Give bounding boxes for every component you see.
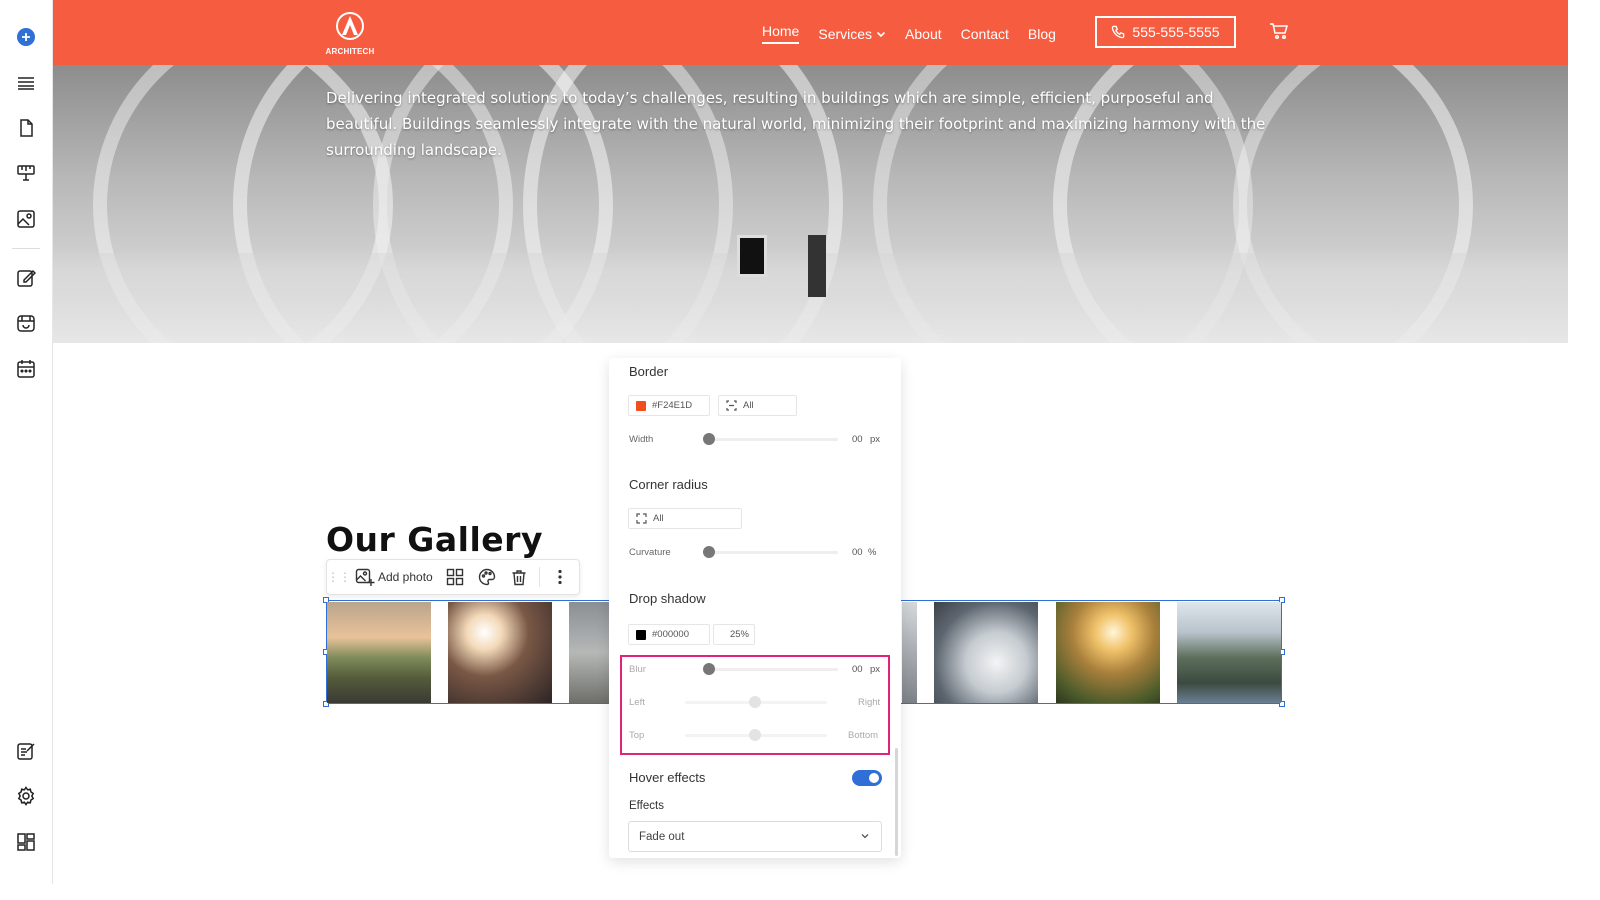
- gallery-photo[interactable]: [1056, 602, 1160, 703]
- gallery-photo[interactable]: [934, 602, 1038, 703]
- apps-grid-icon[interactable]: [15, 831, 37, 853]
- gallery-toolbar: ⋮⋮ Add photo: [326, 559, 580, 595]
- cart-icon[interactable]: [1269, 22, 1288, 45]
- phone-button[interactable]: 555-555-5555: [1095, 16, 1236, 48]
- border-width-slider[interactable]: [705, 438, 838, 441]
- phone-number: 555-555-5555: [1132, 24, 1220, 40]
- shadow-color-swatch: [636, 629, 646, 640]
- border-width-slider-knob[interactable]: [703, 433, 715, 445]
- corner-radius-title: Corner radius: [629, 477, 708, 492]
- nav-about[interactable]: About: [905, 23, 942, 44]
- gallery-photo[interactable]: [1177, 602, 1281, 703]
- add-icon[interactable]: [15, 26, 37, 48]
- nav-blog[interactable]: Blog: [1028, 23, 1056, 44]
- border-title: Border: [629, 364, 669, 379]
- hero-image-doorway: [808, 235, 826, 297]
- effects-label: Effects: [629, 800, 664, 812]
- logo-mark-icon: [336, 12, 364, 40]
- gallery-photo[interactable]: [569, 602, 609, 703]
- phone-icon: [1112, 25, 1125, 38]
- shadow-opacity-input[interactable]: 25%: [713, 624, 755, 645]
- curvature-slider[interactable]: [705, 551, 838, 554]
- add-photo-button[interactable]: Add photo: [349, 567, 439, 587]
- media-icon[interactable]: [15, 208, 37, 230]
- border-width-value: 00: [852, 434, 863, 445]
- shadow-color-picker[interactable]: #000000: [628, 624, 710, 645]
- paint-icon[interactable]: [15, 162, 37, 184]
- toolbar-divider: [538, 567, 540, 587]
- palette-icon[interactable]: [471, 565, 503, 589]
- calendar-icon[interactable]: [15, 358, 37, 380]
- hero-section: Delivering integrated solutions to today…: [53, 65, 1568, 343]
- settings-gear-icon[interactable]: [15, 785, 37, 807]
- sections-icon[interactable]: [15, 72, 37, 94]
- add-photo-label: Add photo: [378, 570, 433, 584]
- nav-services-label: Services: [818, 25, 873, 42]
- nav-home[interactable]: Home: [762, 23, 800, 44]
- chevron-down-icon: [876, 31, 886, 37]
- nav-contact[interactable]: Contact: [961, 23, 1009, 44]
- edit-icon[interactable]: [15, 267, 37, 289]
- effects-select-value: Fade out: [639, 830, 685, 843]
- curvature-label: Curvature: [629, 547, 671, 558]
- corner-sides-icon: [636, 513, 647, 524]
- gallery-photo[interactable]: [902, 602, 917, 703]
- layout-grid-icon[interactable]: [439, 565, 471, 589]
- effects-select[interactable]: Fade out: [628, 821, 882, 852]
- logo[interactable]: ARCHITECH: [325, 11, 375, 56]
- border-color-swatch: [636, 400, 646, 411]
- blog-edit-icon[interactable]: [15, 740, 37, 762]
- drag-handle-icon[interactable]: ⋮⋮: [327, 570, 351, 584]
- border-sides-value: All: [743, 400, 754, 411]
- hero-image-doorway: [737, 235, 767, 277]
- corner-sides-value: All: [653, 513, 664, 524]
- rail-divider: [12, 248, 40, 249]
- add-photo-icon: [355, 568, 375, 586]
- site-header: ARCHITECH Home Services About Contact Bl…: [53, 0, 1568, 65]
- shadow-opacity-value: 25%: [729, 629, 749, 640]
- store-icon[interactable]: [15, 312, 37, 334]
- nav-services[interactable]: Services: [818, 23, 886, 44]
- chevron-down-icon: [861, 834, 869, 839]
- curvature-unit: %: [868, 547, 877, 558]
- drop-shadow-title: Drop shadow: [629, 591, 706, 606]
- shadow-color-value: #000000: [652, 629, 689, 640]
- gallery-title[interactable]: Our Gallery: [326, 520, 543, 559]
- pages-icon[interactable]: [15, 117, 37, 139]
- left-toolbar: [0, 0, 53, 884]
- border-sides-icon: [726, 400, 737, 411]
- logo-text: ARCHITECH: [325, 47, 375, 56]
- gallery-photo[interactable]: [327, 602, 431, 703]
- design-panel: Border #F24E1D All Width 00 px Corner ra…: [609, 358, 901, 858]
- border-sides-select[interactable]: All: [718, 395, 797, 416]
- hero-text: Delivering integrated solutions to today…: [326, 89, 1266, 159]
- curvature-value: 00: [852, 547, 863, 558]
- corner-sides-select[interactable]: All: [628, 508, 742, 529]
- gallery-photo[interactable]: [448, 602, 552, 703]
- panel-scrollbar[interactable]: [895, 748, 898, 856]
- hover-effects-title: Hover effects: [629, 770, 706, 785]
- border-color-picker[interactable]: #F24E1D: [628, 395, 710, 416]
- more-options-icon[interactable]: [544, 565, 576, 589]
- border-color-value: #F24E1D: [652, 400, 693, 411]
- trash-icon[interactable]: [503, 565, 535, 589]
- hover-effects-toggle[interactable]: [852, 770, 882, 786]
- shadow-settings-highlight: [620, 655, 890, 755]
- border-width-label: Width: [629, 434, 654, 445]
- main-nav: Home Services About Contact Blog: [762, 23, 1075, 44]
- curvature-slider-knob[interactable]: [703, 546, 715, 558]
- border-width-unit: px: [870, 434, 881, 445]
